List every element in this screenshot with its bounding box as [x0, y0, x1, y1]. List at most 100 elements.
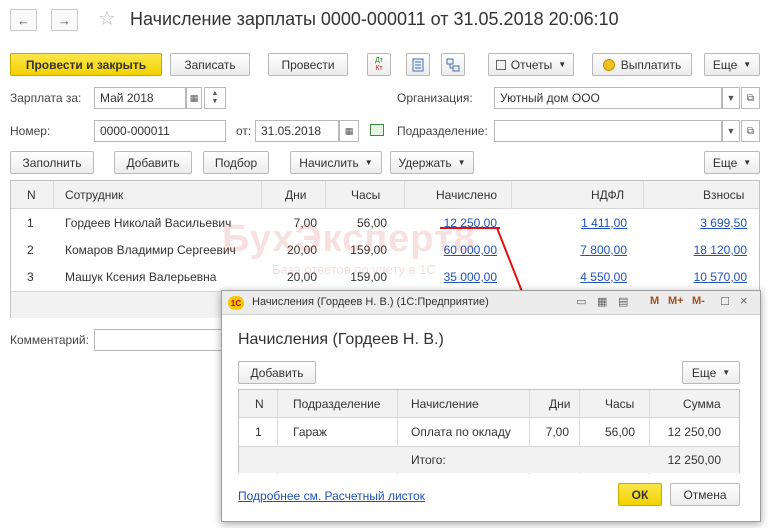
dialog-title-bar[interactable]: 1С Начисления (Гордеев Н. В.) (1С:Предпр…: [222, 291, 760, 315]
calendar-icon[interactable]: ▦: [339, 120, 359, 142]
chevron-down-icon: ▼: [457, 158, 466, 167]
comment-field[interactable]: [94, 329, 224, 351]
subdivision-field[interactable]: [494, 120, 722, 142]
dialog-table-header: N Подразделение Начисление Дни Часы Сумм…: [239, 390, 739, 418]
chevron-down-icon: ▼: [722, 368, 731, 377]
watermark-brand: БухЭксперт8: [222, 218, 476, 260]
col-header-subdivision: Подразделение: [293, 397, 381, 411]
dt-label: Дт: [375, 56, 383, 64]
cell-employee: Гордеев Николай Васильевич: [65, 216, 232, 230]
table-more-button[interactable]: Еще ▼: [704, 151, 760, 174]
col-header-contributions: Взносы: [703, 188, 745, 202]
1c-logo-icon: 1С: [228, 296, 244, 310]
col-header-days: Дни: [549, 397, 571, 411]
forward-button[interactable]: →: [51, 9, 78, 31]
table-row[interactable]: 1 Гараж Оплата по окладу 7,00 56,00 12 2…: [239, 418, 739, 445]
organization-field[interactable]: Уютный дом ООО: [494, 87, 722, 109]
col-header-n: N: [255, 397, 264, 411]
maximize-icon[interactable]: ☐: [720, 295, 730, 308]
cell-contributions-link[interactable]: 10 570,00: [694, 270, 747, 284]
pay-label: Выплатить: [620, 57, 682, 72]
watermark-tagline: База ответов по учету в 1С: [272, 262, 436, 277]
salary-for-label: Зарплата за:: [10, 91, 82, 105]
col-header-ndfl: НДФЛ: [591, 188, 625, 202]
cell-ndfl-link[interactable]: 1 411,00: [581, 216, 627, 230]
annotation-underline: [440, 227, 500, 229]
dialog-add-button[interactable]: Добавить: [238, 361, 316, 384]
add-button[interactable]: Добавить: [114, 151, 192, 174]
post-button[interactable]: Провести: [268, 53, 348, 76]
close-icon[interactable]: ×: [740, 293, 748, 308]
cell-subdivision: Гараж: [293, 425, 327, 439]
subdivision-open-button[interactable]: ⧉: [741, 120, 760, 142]
print-list-button[interactable]: [406, 53, 430, 76]
table-more-label: Еще: [712, 155, 738, 170]
cell-employee: Машук Ксения Валерьевна: [65, 270, 217, 284]
cell-n: 2: [27, 243, 34, 257]
document-list-icon: [412, 58, 424, 71]
kt-label: Кт: [375, 64, 383, 72]
star-icon[interactable]: ☆: [98, 6, 116, 31]
calendar-icon[interactable]: ▦: [186, 87, 202, 109]
cell-sum: 12 250,00: [667, 425, 721, 439]
dialog-more-button[interactable]: Еще ▼: [682, 361, 740, 384]
table-icon[interactable]: ▦: [597, 295, 607, 308]
accrue-button[interactable]: Начислить ▼: [290, 151, 382, 174]
memory-plus-icon[interactable]: M+: [668, 295, 684, 307]
number-field[interactable]: 0000-000011: [94, 120, 226, 142]
payslip-link[interactable]: Подробнее см. Расчетный листок: [238, 489, 425, 503]
ok-button[interactable]: ОК: [618, 483, 662, 506]
accruals-dialog[interactable]: 1С Начисления (Гордеев Н. В.) (1С:Предпр…: [221, 290, 761, 522]
annotation-pointer-line: [496, 227, 524, 295]
col-header-n: N: [27, 188, 36, 202]
structure-button[interactable]: [441, 53, 465, 76]
number-label: Номер:: [10, 124, 51, 138]
chevron-down-icon: ▼: [558, 60, 567, 69]
withhold-label: Удержать: [398, 155, 452, 170]
memory-icon[interactable]: M: [650, 295, 659, 307]
organization-label: Организация:: [397, 91, 473, 105]
cell-ndfl-link[interactable]: 4 550,00: [580, 270, 627, 284]
structure-icon: [446, 58, 460, 71]
document-history-icon[interactable]: [370, 124, 384, 136]
col-header-employee: Сотрудник: [65, 188, 124, 202]
withhold-button[interactable]: Удержать ▼: [390, 151, 474, 174]
fill-button[interactable]: Заполнить: [10, 151, 94, 174]
col-header-days: Дни: [285, 188, 307, 202]
memory-minus-icon[interactable]: M-: [692, 295, 705, 307]
salary-month-field[interactable]: Май 2018: [94, 87, 186, 109]
pay-button[interactable]: Выплатить: [592, 53, 692, 76]
chevron-down-icon: ▼: [364, 158, 373, 167]
organization-dropdown[interactable]: ▼: [722, 87, 740, 109]
cancel-button[interactable]: Отмена: [670, 483, 740, 506]
print-icon[interactable]: ▭: [576, 295, 586, 308]
col-header-hours: Часы: [351, 188, 381, 202]
month-stepper[interactable]: ▲ ▼: [204, 87, 226, 109]
total-sum: 12 250,00: [667, 453, 721, 467]
accrue-label: Начислить: [299, 155, 359, 170]
dt-kt-button[interactable]: Дт Кт: [367, 53, 391, 76]
back-button[interactable]: ←: [10, 9, 37, 31]
cell-accrued-link[interactable]: 35 000,00: [444, 270, 497, 284]
select-button[interactable]: Подбор: [203, 151, 269, 174]
dialog-more-label: Еще: [691, 365, 717, 380]
arrow-left-icon: ←: [17, 12, 30, 28]
dialog-table-footer: Итого: 12 250,00: [239, 446, 739, 473]
save-button[interactable]: Записать: [170, 53, 250, 76]
reports-button[interactable]: Отчеты ▼: [488, 53, 574, 76]
cell-ndfl-link[interactable]: 7 800,00: [580, 243, 627, 257]
dialog-window-title: Начисления (Гордеев Н. В.) (1С:Предприят…: [252, 296, 489, 308]
cell-contributions-link[interactable]: 18 120,00: [694, 243, 747, 257]
more-button[interactable]: Еще ▼: [704, 53, 760, 76]
cell-contributions-link[interactable]: 3 699,50: [700, 216, 747, 230]
more-label: Еще: [712, 57, 738, 72]
dialog-heading: Начисления (Гордеев Н. В.): [238, 331, 444, 348]
dialog-accruals-table[interactable]: N Подразделение Начисление Дни Часы Сумм…: [238, 389, 740, 474]
calendar-icon[interactable]: ▤: [618, 295, 628, 308]
date-field[interactable]: 31.05.2018: [255, 120, 339, 142]
chevron-down-icon: ▼: [743, 158, 752, 167]
subdivision-dropdown[interactable]: ▼: [722, 120, 740, 142]
cell-hours: 56,00: [604, 425, 635, 439]
organization-open-button[interactable]: ⧉: [741, 87, 760, 109]
post-and-close-button[interactable]: Провести и закрыть: [10, 53, 162, 76]
